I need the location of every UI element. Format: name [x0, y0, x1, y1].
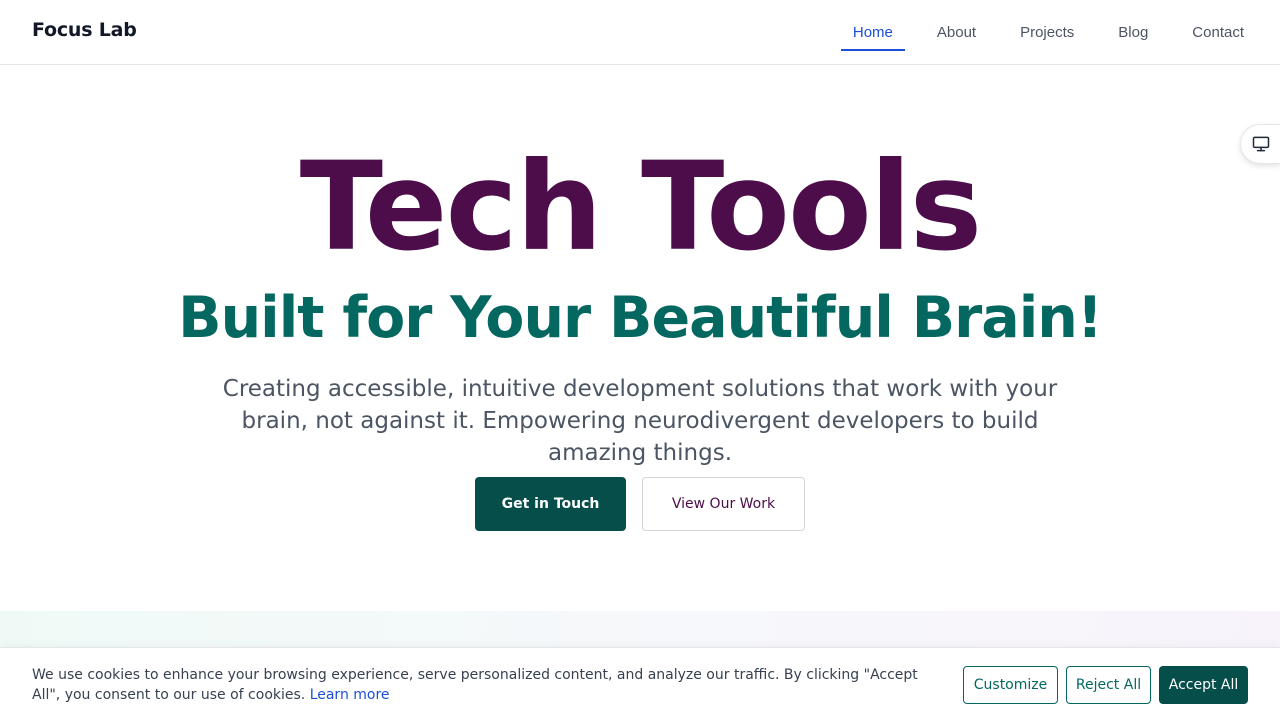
next-section-background — [0, 611, 1280, 651]
cookie-banner: We use cookies to enhance your browsing … — [0, 647, 1280, 720]
site-header: Focus Lab Home About Projects Blog Conta… — [0, 0, 1280, 65]
cookie-text: We use cookies to enhance your browsing … — [32, 667, 918, 703]
nav-projects[interactable]: Projects — [1008, 0, 1086, 64]
reject-all-button[interactable]: Reject All — [1066, 666, 1151, 704]
nav-blog[interactable]: Blog — [1106, 0, 1160, 64]
learn-more-link[interactable]: Learn more — [310, 687, 390, 703]
hero-title: Tech Tools — [299, 136, 983, 278]
hero-description: Creating accessible, intuitive developme… — [222, 376, 1058, 466]
nav-about[interactable]: About — [925, 0, 988, 64]
view-our-work-button[interactable]: View Our Work — [642, 477, 805, 531]
cookie-message: We use cookies to enhance your browsing … — [32, 665, 932, 705]
nav-home[interactable]: Home — [840, 0, 905, 64]
customize-button[interactable]: Customize — [963, 666, 1058, 704]
hero-subtitle: Built for Your Beautiful Brain! — [178, 285, 1103, 351]
brand-logo[interactable]: Focus Lab — [32, 19, 137, 41]
nav-contact[interactable]: Contact — [1180, 0, 1256, 64]
get-in-touch-button[interactable]: Get in Touch — [475, 477, 626, 531]
main-nav: Home About Projects Blog Contact — [821, 0, 1256, 64]
accept-all-button[interactable]: Accept All — [1159, 666, 1248, 704]
